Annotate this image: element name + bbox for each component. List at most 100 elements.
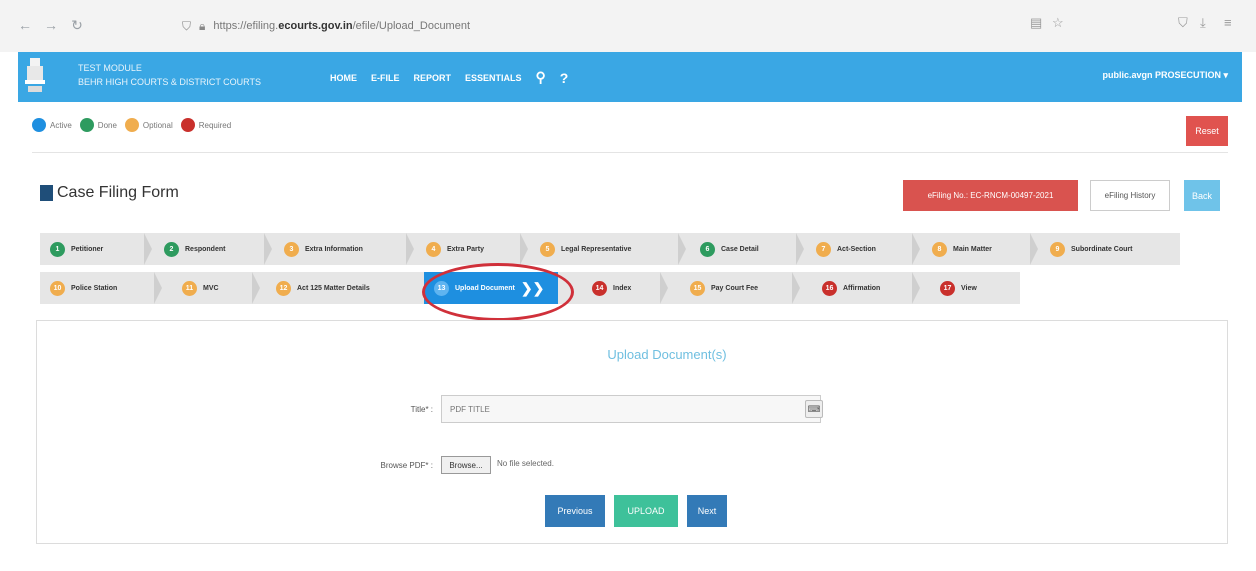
upload-button[interactable]: UPLOAD (614, 495, 678, 527)
tab-separator (252, 272, 260, 304)
efiling-number-button[interactable]: eFiling No.: EC-RNCM-00497-2021 (903, 180, 1078, 211)
menu-home[interactable]: HOME (330, 73, 357, 83)
tab-legal-representative[interactable]: 5 Legal Representative (540, 233, 631, 265)
step-number: 3 (284, 241, 299, 257)
tab-act-section[interactable]: 7 Act-Section (816, 233, 876, 265)
step-number: 7 (816, 241, 831, 257)
tab-extra-information[interactable]: 3 Extra Information (284, 233, 363, 265)
tab-extra-party[interactable]: 4 Extra Party (426, 233, 484, 265)
menu-report[interactable]: REPORT (414, 73, 452, 83)
browse-button[interactable]: Browse... (441, 456, 491, 474)
app-header: TEST MODULE BEHR HIGH COURTS & DISTRICT … (18, 52, 1242, 102)
tab-affirmation[interactable]: 16 Affirmation (822, 272, 880, 304)
help-icon[interactable]: ? (560, 70, 569, 86)
tab-separator (660, 272, 668, 304)
tab-label: Index (613, 284, 632, 292)
title-label: Title* : (410, 405, 433, 414)
step-number: 14 (592, 280, 607, 296)
step-number: 6 (700, 241, 715, 257)
tab-label: Extra Party (447, 245, 484, 253)
step-number: 11 (182, 280, 197, 296)
keyboard-icon[interactable]: ⌨ (805, 400, 823, 418)
legend-optional: Optional (142, 120, 173, 130)
active-dot-icon (32, 118, 46, 132)
tab-label: Respondent (185, 245, 226, 253)
next-button[interactable]: Next (687, 495, 727, 527)
step-number: 17 (940, 280, 955, 296)
tab-case-detail[interactable]: 6 Case Detail (700, 233, 759, 265)
step-number: 5 (540, 241, 555, 257)
file-status: No file selected. (497, 459, 554, 468)
page-title: Case Filing Form (40, 184, 179, 202)
forward-arrow-icon[interactable]: → (40, 14, 62, 36)
title-input[interactable] (441, 395, 821, 423)
tab-separator (1030, 233, 1038, 265)
tab-label: Main Matter (953, 245, 992, 253)
document-icon (40, 185, 53, 201)
tab-respondent[interactable]: 2 Respondent (164, 233, 225, 265)
tab-label: Police Station (71, 284, 118, 292)
required-dot-icon (180, 118, 195, 132)
reader-view-icon[interactable]: ▤ (1030, 15, 1042, 31)
tab-label: View (961, 284, 977, 292)
tab-separator (264, 233, 272, 265)
lock-icon: 🔒︎ (199, 18, 206, 33)
tabs-row-1: 1 Petitioner 2 Respondent 3 Extra Informati… (40, 233, 1180, 265)
search-icon[interactable]: ⚲ (536, 69, 546, 86)
menu-efile[interactable]: E-FILE (371, 73, 400, 83)
tab-separator (912, 233, 920, 265)
tab-separator (796, 233, 804, 265)
done-dot-icon (79, 118, 94, 132)
reload-icon[interactable]: ↻ (66, 14, 88, 36)
tab-label: MVC (203, 284, 219, 292)
efiling-history-button[interactable]: eFiling History (1090, 180, 1170, 211)
bookmark-star-icon[interactable]: ☆ (1052, 15, 1064, 31)
step-number: 2 (164, 241, 179, 257)
step-number: 4 (426, 241, 441, 257)
legend-active: Active (50, 120, 72, 130)
previous-button[interactable]: Previous (545, 495, 605, 527)
tab-separator (154, 272, 162, 304)
tab-separator (520, 233, 528, 265)
optional-dot-icon (124, 118, 139, 132)
tab-petitioner[interactable]: 1 Petitioner (50, 233, 103, 265)
tab-separator (144, 233, 152, 265)
highlight-circle (422, 263, 574, 321)
legend-done: Done (97, 120, 117, 130)
tab-label: Act 125 Matter Details (297, 284, 370, 292)
tab-main-matter[interactable]: 8 Main Matter (932, 233, 992, 265)
tab-label: Petitioner (71, 245, 104, 253)
tab-pay-court-fee[interactable]: 15 Pay Court Fee (690, 272, 758, 304)
tab-act-125-matter-details[interactable]: 12 Act 125 Matter Details (276, 272, 370, 304)
step-number: 1 (50, 241, 65, 257)
step-number: 9 (1050, 241, 1065, 257)
step-number: 12 (276, 280, 291, 296)
tab-subordinate-court[interactable]: 9 Subordinate Court (1050, 233, 1132, 265)
tab-separator (792, 272, 800, 304)
tab-police-station[interactable]: 10 Police Station (50, 272, 117, 304)
back-button[interactable]: Back (1184, 180, 1220, 211)
url-text: https://efiling.ecourts.gov.in/efile/Upl… (213, 20, 471, 32)
address-bar[interactable]: ⛉ 🔒︎ https://efiling.ecourts.gov.in/efil… (182, 15, 1012, 37)
tab-label: Act-Section (837, 245, 876, 253)
download-icon[interactable]: ⤓ (1200, 15, 1206, 31)
divider (32, 152, 1228, 153)
user-menu[interactable]: public.avgn PROSECUTION ▾ (1102, 70, 1228, 81)
tab-label: Extra Information (305, 245, 363, 253)
back-arrow-icon[interactable]: ← (14, 14, 36, 36)
menu-essentials[interactable]: ESSENTIALS (465, 73, 522, 83)
status-legend: Active Done Optional Required (32, 118, 235, 132)
app-title: TEST MODULE BEHR HIGH COURTS & DISTRICT … (78, 63, 262, 87)
top-menu: HOME E-FILE REPORT ESSENTIALS ⚲ ? (330, 69, 568, 86)
tab-separator (406, 233, 414, 265)
pocket-icon[interactable]: ⛉ (1178, 15, 1188, 31)
reset-button[interactable]: Reset (1186, 116, 1228, 146)
tab-separator (912, 272, 920, 304)
tab-index[interactable]: 14 Index (592, 272, 631, 304)
tab-mvc[interactable]: 11 MVC (182, 272, 219, 304)
step-number: 16 (822, 280, 837, 296)
menu-icon[interactable]: ≡ (1224, 15, 1232, 30)
upload-panel: Upload Document(s) Title* : ⌨ Browse PDF… (36, 320, 1228, 544)
browser-toolbar: ← → ↻ ⛉ 🔒︎ https://efiling.ecourts.gov.i… (0, 0, 1256, 52)
tab-view[interactable]: 17 View (940, 272, 977, 304)
